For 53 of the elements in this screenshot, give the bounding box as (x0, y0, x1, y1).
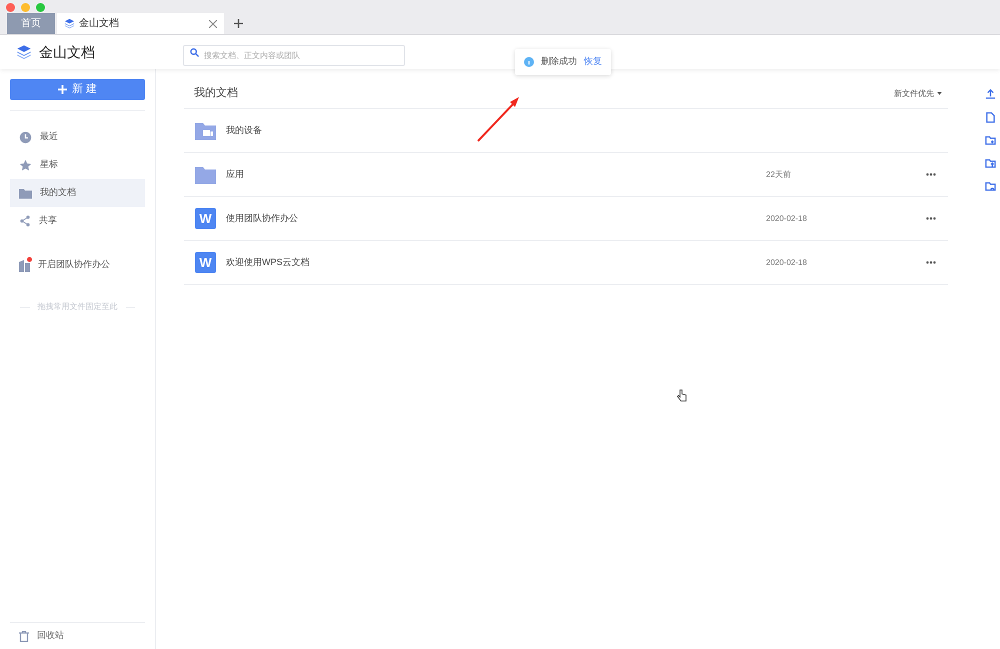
sidebar-item[interactable]: 星标 (10, 151, 145, 179)
more-icon[interactable] (926, 173, 936, 176)
trash-icon (19, 630, 29, 642)
file-date: 2020-02-18 (766, 256, 808, 268)
layers-logo-icon (16, 44, 32, 60)
file-name: 应用 (226, 168, 245, 181)
sidebar-item[interactable]: 我的文档 (10, 179, 145, 207)
caret-icon (937, 92, 942, 95)
clock-icon (19, 130, 32, 144)
search-field[interactable]: 搜索文档、正文内容或团队 (183, 44, 405, 66)
folder-icon (195, 166, 216, 184)
file-date: 2020-02-18 (766, 212, 808, 224)
file-row[interactable]: W 欢迎使用WPS云文档 2020-02-18 (184, 241, 948, 285)
sort-dropdown[interactable]: 新文件优先 (894, 88, 942, 100)
sidebar-item[interactable]: 共享 (10, 207, 145, 235)
new-folder-icon[interactable] (984, 135, 996, 146)
plus-icon (58, 85, 67, 94)
pin-hint: 拖拽常用文件固定至此 (38, 301, 118, 313)
team-link[interactable]: 开启团队协作办公 (10, 251, 145, 279)
tab[interactable]: 金山文档 (57, 13, 224, 34)
share-icon (19, 215, 31, 227)
toast-message: 删除成功 (541, 55, 577, 68)
star-icon (19, 158, 32, 172)
upload-folder-icon[interactable] (984, 158, 996, 169)
close-window-button[interactable] (6, 2, 15, 12)
new-tab-icon[interactable] (234, 19, 243, 28)
device-folder-icon (195, 122, 216, 140)
document-icon: W (195, 252, 216, 273)
info-icon (524, 57, 534, 67)
file-row[interactable]: W 使用团队协作办公 2020-02-18 (184, 197, 948, 241)
folder-icon (19, 188, 32, 198)
more-icon[interactable] (926, 217, 936, 220)
search-icon (190, 48, 199, 56)
document-icon: W (195, 208, 216, 229)
file-name: 我的设备 (226, 124, 263, 137)
page-title: 我的文档 (194, 86, 238, 102)
cursor-icon (677, 389, 687, 402)
file-name: 使用团队协作办公 (226, 212, 299, 225)
file-name: 欢迎使用WPS云文档 (226, 256, 311, 269)
app-title: 金山文档 (39, 42, 95, 62)
undo-link[interactable]: 恢复 (584, 55, 602, 69)
close-tab-icon[interactable] (209, 20, 217, 28)
file-row[interactable]: 应用 22天前 (184, 153, 948, 197)
trash-link[interactable]: 回收站 (10, 623, 145, 649)
upload-icon[interactable] (984, 89, 996, 100)
sidebar-item[interactable]: 最近 (10, 123, 145, 151)
new-file-icon[interactable] (984, 112, 996, 123)
file-date: 22天前 (766, 168, 792, 180)
file-row[interactable]: 我的设备 (184, 109, 948, 153)
shared-folder-icon[interactable] (984, 181, 996, 192)
annotation-arrow (476, 96, 520, 143)
layers-logo-icon (64, 18, 75, 29)
more-icon[interactable] (926, 261, 936, 264)
